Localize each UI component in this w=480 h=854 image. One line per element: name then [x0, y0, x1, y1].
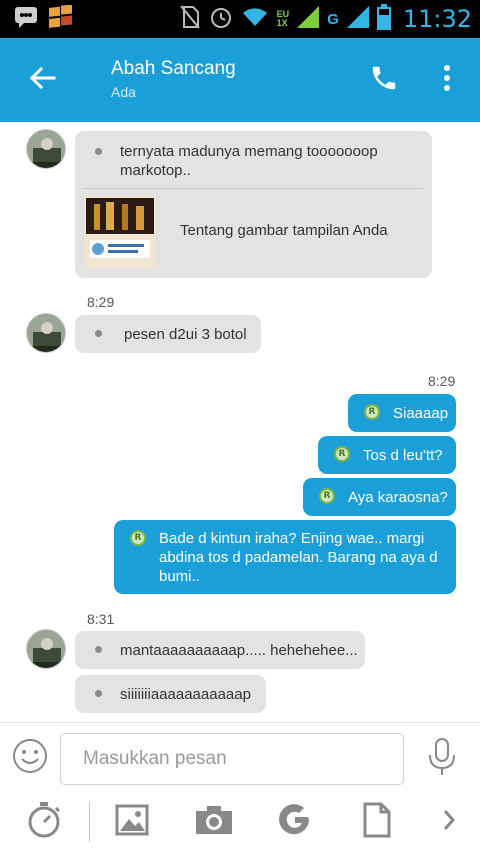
google-button[interactable] [275, 802, 315, 842]
read-badge: R [130, 530, 146, 546]
more-attachments-button[interactable] [434, 806, 464, 838]
read-badge: R [334, 446, 350, 462]
message-bubble-outgoing[interactable]: R Bade d kintun iraha? Enjing wae.. marg… [114, 520, 456, 594]
emoji-button[interactable] [12, 738, 48, 779]
read-badge: R [364, 404, 380, 420]
wifi-icon [241, 6, 269, 33]
signal-icon-2 [346, 5, 369, 33]
status-clock: 11:32 [402, 5, 472, 33]
message-time: 8:29 [87, 294, 115, 310]
screen: EU 1X G 11:32 Abah Sancang Ada ternyata … [0, 0, 480, 854]
message-bubble-outgoing[interactable]: R Tos d leu'tt? [318, 436, 456, 474]
call-button[interactable] [366, 62, 402, 98]
camera-button[interactable] [193, 802, 235, 842]
link-preview[interactable]: Tentang gambar tampilan Anda [84, 196, 424, 268]
contact-name: Abah Sancang [111, 58, 236, 79]
document-button[interactable] [357, 802, 397, 842]
bullet-dot [95, 690, 102, 697]
signal-icon [297, 5, 320, 33]
more-vertical-icon [443, 64, 451, 97]
image-icon [115, 804, 149, 841]
message-text: Bade d kintun iraha? Enjing wae.. margi … [159, 530, 438, 585]
message-text: siiiiiiiaaaaaaaaaaap [120, 686, 251, 703]
alarm-icon [209, 5, 233, 34]
microphone-icon [427, 737, 457, 782]
message-bubble-outgoing[interactable]: R Siaaaap [348, 394, 456, 432]
message-bubble-incoming[interactable]: mantaaaaaaaaaap..... hehehehee... [75, 631, 365, 669]
google-icon [278, 803, 312, 842]
overflow-menu-button[interactable] [434, 62, 460, 98]
link-preview-title: Tentang gambar tampilan Anda [180, 222, 388, 239]
status-bar: EU 1X G 11:32 [0, 0, 480, 38]
message-bubble-incoming[interactable]: siiiiiiiaaaaaaaaaaap [75, 675, 266, 713]
document-icon [363, 802, 391, 843]
message-time: 8:31 [87, 611, 115, 627]
contact-title[interactable]: Abah Sancang Ada [111, 58, 236, 100]
message-bubble-outgoing[interactable]: R Aya karaosna? [303, 478, 456, 516]
message-input[interactable]: Masukkan pesan [60, 733, 404, 785]
camera-icon [195, 805, 233, 840]
status-left [0, 3, 74, 34]
bullet-dot [95, 646, 102, 653]
battery-icon [376, 3, 391, 35]
no-sim-icon [179, 4, 201, 35]
app-bar: Abah Sancang Ada [0, 38, 480, 122]
message-text: mantaaaaaaaaaap..... hehehehee... [120, 642, 358, 659]
avatar[interactable] [26, 629, 66, 669]
timer-icon [26, 801, 62, 844]
chat-area[interactable]: ternyata madunya memang tooooooop markot… [0, 122, 480, 722]
message-text: ternyata madunya memang tooooooop markot… [120, 143, 378, 179]
bullet-dot [95, 330, 102, 337]
bbm-icon [14, 6, 38, 33]
network-type: G [327, 10, 339, 28]
network-bottom-label: 1X [276, 18, 288, 28]
mic-button[interactable] [424, 737, 460, 781]
arrow-left-icon [28, 66, 56, 95]
contact-status: Ada [111, 84, 136, 100]
message-text: pesen d2ui 3 botol [124, 326, 247, 343]
windows-app-icon [48, 3, 74, 34]
network-labels: EU 1X [277, 10, 290, 28]
read-badge: R [319, 488, 335, 504]
phone-icon [369, 63, 399, 98]
chevron-right-icon [442, 809, 456, 836]
divider [83, 188, 423, 189]
message-composer: Masukkan pesan [0, 722, 480, 798]
message-time: 8:29 [428, 373, 456, 389]
message-bubble-incoming[interactable]: pesen d2ui 3 botol [75, 315, 261, 353]
message-text: Tos d leu'tt? [363, 447, 443, 464]
timer-button[interactable] [24, 801, 64, 844]
avatar[interactable] [26, 129, 66, 169]
back-button[interactable] [22, 62, 62, 98]
attachment-toolbar [0, 798, 480, 854]
link-preview-thumbnail [84, 196, 156, 268]
bullet-dot [95, 148, 102, 155]
smiley-icon [12, 738, 48, 779]
status-right: EU 1X G 11:32 [179, 3, 480, 35]
message-bubble-incoming[interactable]: ternyata madunya memang tooooooop markot… [75, 131, 432, 278]
toolbar-separator [89, 802, 90, 842]
message-text: Aya karaosna? [348, 489, 448, 506]
message-text: Siaaaap [393, 405, 449, 422]
gallery-button[interactable] [112, 802, 152, 842]
avatar[interactable] [26, 313, 66, 353]
